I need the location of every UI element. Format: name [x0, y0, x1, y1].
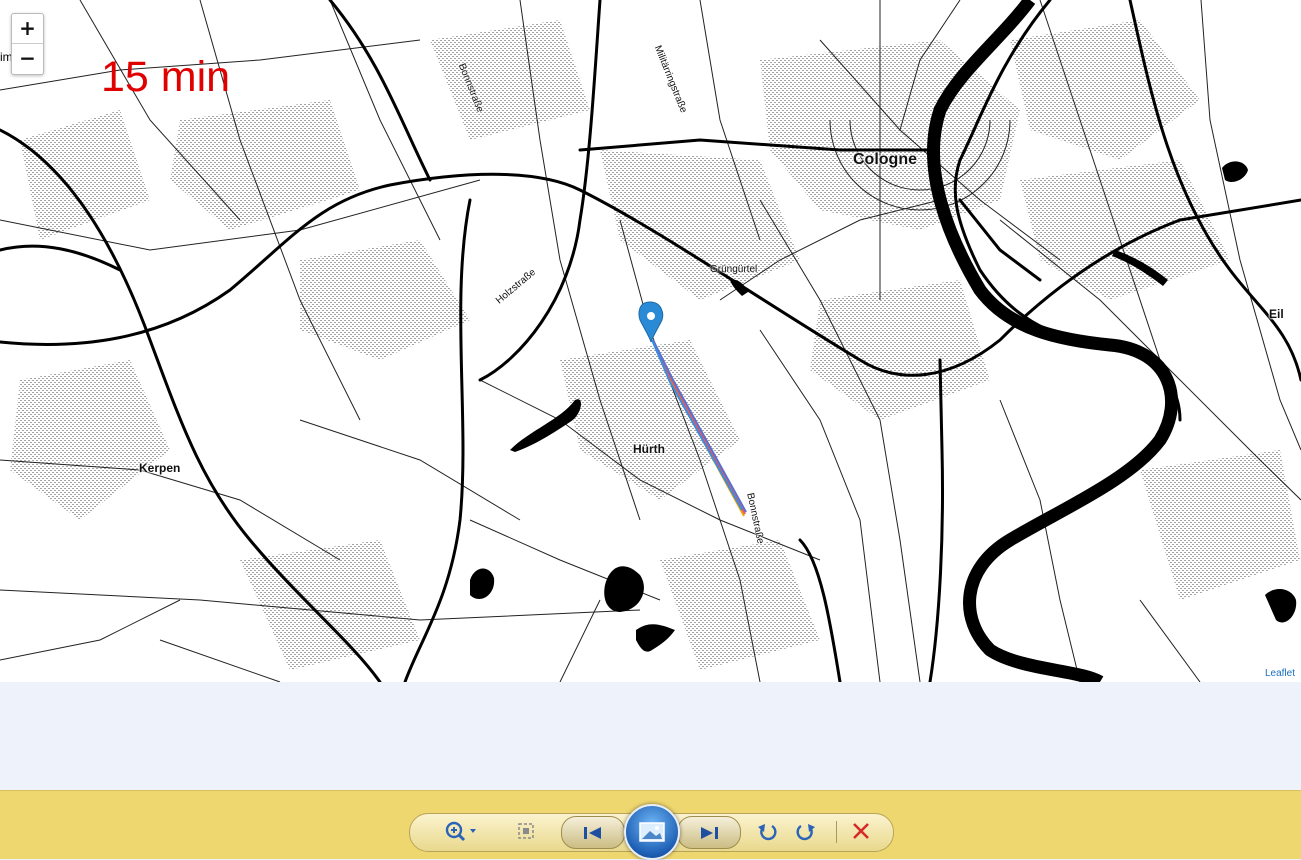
travel-time-overlay: 15 min: [101, 53, 231, 101]
previous-button[interactable]: [561, 816, 625, 849]
slideshow-button[interactable]: [624, 804, 680, 860]
photo-viewer-window: Cologne Hürth Kerpen Eil Bonnstraße Mili…: [0, 0, 1301, 860]
location-marker[interactable]: [638, 301, 664, 343]
zoom-control: + −: [11, 13, 44, 75]
next-icon: [701, 826, 718, 839]
place-label-hurth: Hürth: [633, 442, 665, 456]
map-base-layer: [0, 0, 1301, 682]
place-label-cologne: Cologne: [853, 151, 917, 168]
zoom-icon[interactable]: [442, 818, 480, 844]
place-label-kerpen: Kerpen: [139, 461, 181, 475]
next-button[interactable]: [677, 816, 741, 849]
street-label-gruenguertel: Grüngürtel: [710, 264, 758, 275]
viewer-toolbar: [0, 790, 1301, 860]
previous-icon: [584, 826, 601, 839]
rotate-left-icon[interactable]: [752, 818, 782, 844]
zoom-out-button[interactable]: −: [12, 43, 43, 73]
place-label-eil: Eil: [1269, 307, 1284, 321]
leaflet-attribution-link[interactable]: Leaflet: [1262, 668, 1297, 679]
toolbar-separator: [836, 821, 837, 843]
rotate-right-icon[interactable]: [791, 818, 821, 844]
viewer-background: [0, 682, 1301, 790]
slideshow-icon: [639, 822, 665, 842]
map-image: Cologne Hürth Kerpen Eil Bonnstraße Mili…: [0, 0, 1301, 682]
actual-size-icon[interactable]: [511, 818, 541, 844]
delete-icon[interactable]: [846, 818, 876, 844]
zoom-in-button[interactable]: +: [12, 14, 43, 43]
